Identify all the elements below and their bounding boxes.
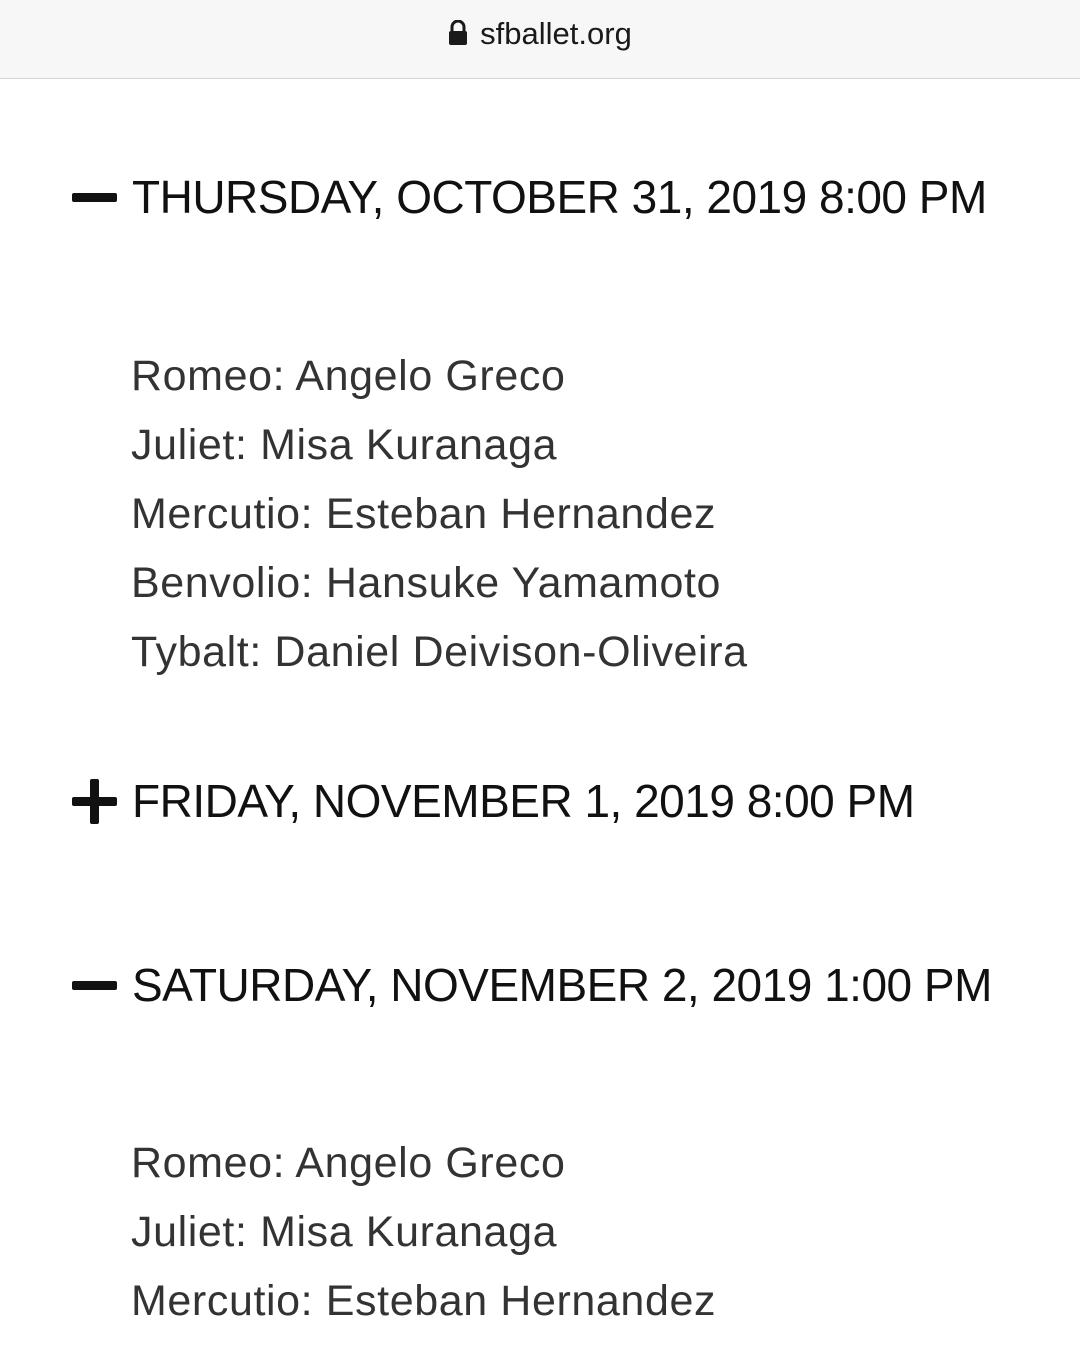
- cast-member: Mercutio: Esteban Hernandez: [131, 490, 717, 538]
- cast-member: Tybalt: Daniel Deivison-Oliveira: [131, 628, 748, 676]
- performance-datetime[interactable]: FRIDAY, NOVEMBER 1, 2019 8:00 PM: [132, 762, 1012, 840]
- cast-member: Juliet: Misa Kuranaga: [131, 1208, 558, 1256]
- cast-member: Benvolio: Hansuke Yamamoto: [131, 559, 722, 607]
- browser-url-bar[interactable]: sfballet.org: [0, 0, 1080, 79]
- minus-icon[interactable]: [70, 960, 120, 1010]
- cast-list: Romeo: Angelo Greco Juliet: Misa Kuranag…: [131, 1129, 1031, 1336]
- cast-member: Romeo: Angelo Greco: [131, 352, 566, 400]
- url-text: sfballet.org: [480, 16, 632, 51]
- lock-icon: [448, 19, 468, 46]
- url-display[interactable]: sfballet.org: [0, 14, 1080, 54]
- cast-member: Romeo: Angelo Greco: [131, 1139, 566, 1187]
- cast-member: Juliet: Misa Kuranaga: [131, 421, 558, 469]
- cast-list: Romeo: Angelo Greco Juliet: Misa Kuranag…: [131, 342, 1031, 687]
- cast-member: Mercutio: Esteban Hernandez: [131, 1277, 717, 1325]
- performance-datetime[interactable]: SATURDAY, NOVEMBER 2, 2019 1:00 PM: [132, 946, 1012, 1024]
- performance-datetime[interactable]: THURSDAY, OCTOBER 31, 2019 8:00 PM: [132, 158, 1012, 236]
- minus-icon[interactable]: [70, 172, 120, 222]
- plus-icon[interactable]: [70, 776, 120, 826]
